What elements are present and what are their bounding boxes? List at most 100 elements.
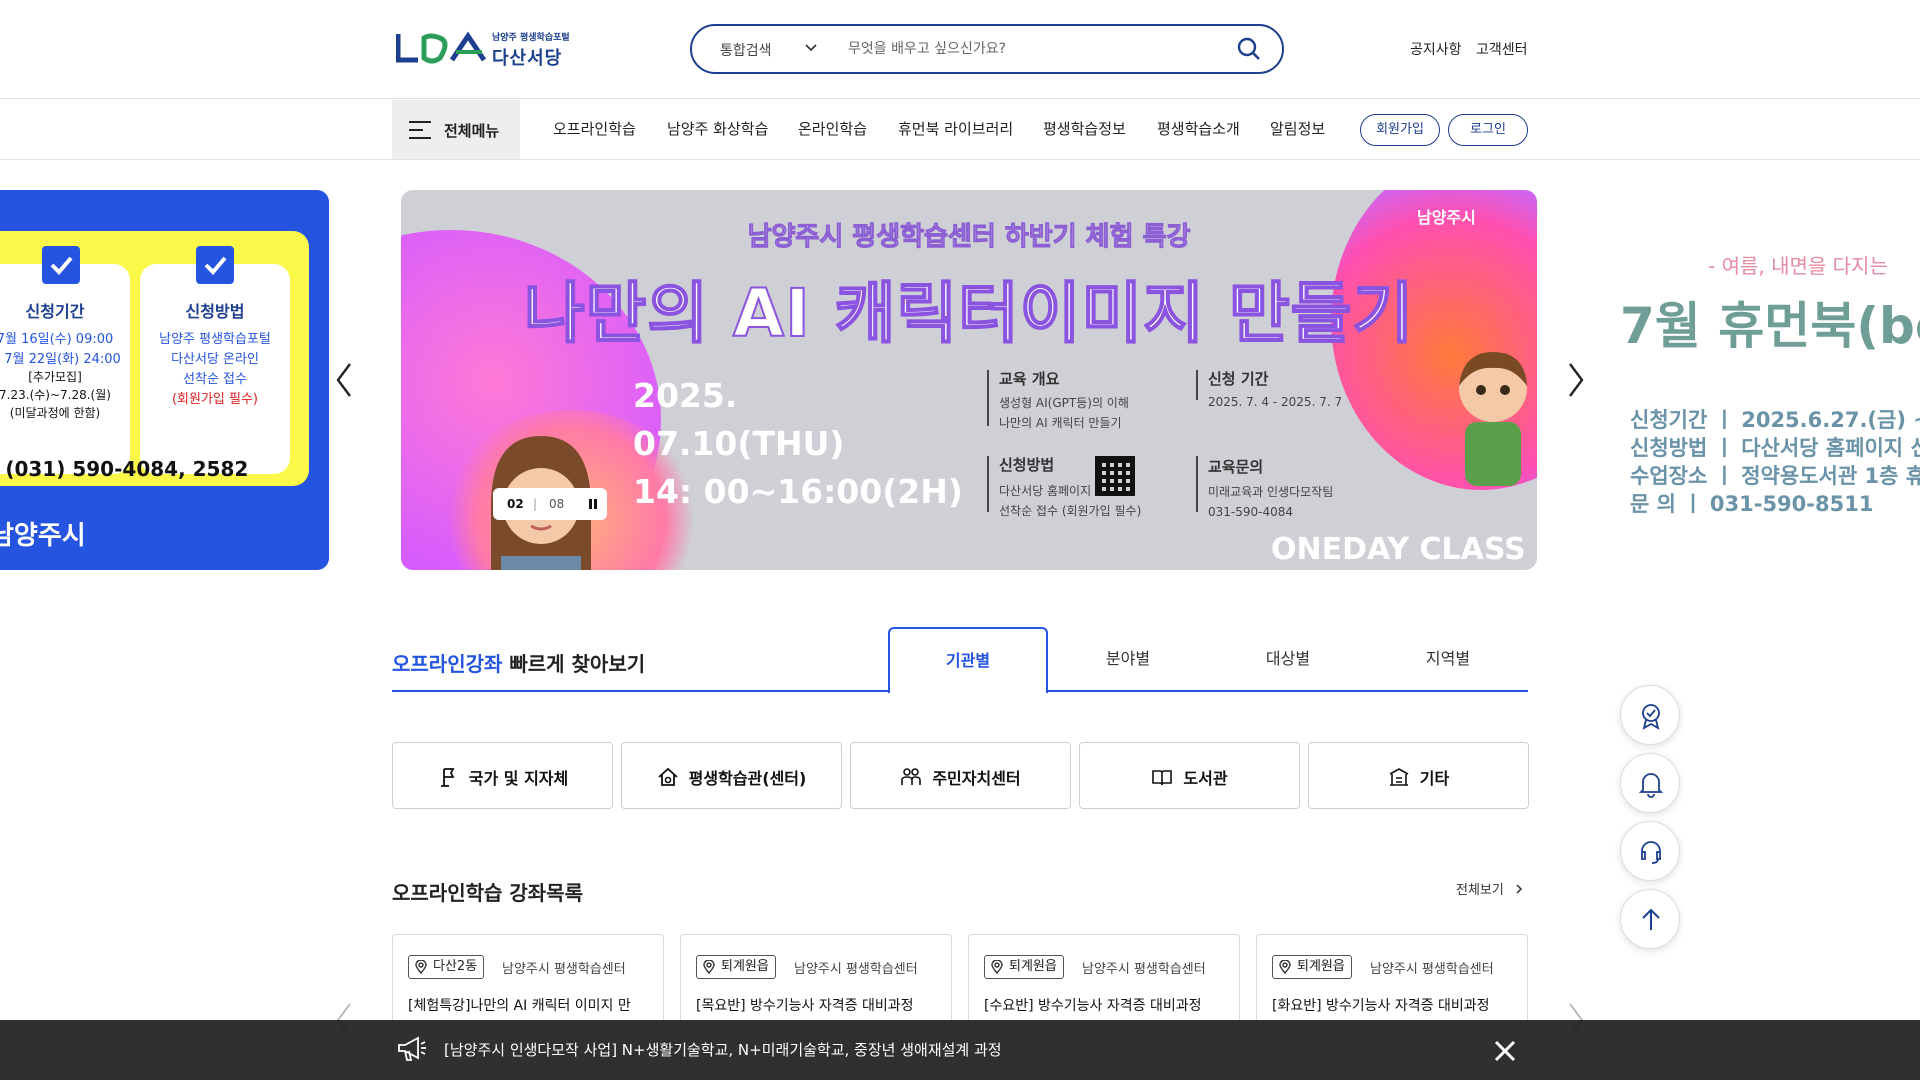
category-etc-button[interactable]: 기타 — [1308, 742, 1529, 809]
category-library-button[interactable]: 도서관 — [1079, 742, 1300, 809]
map-pin-icon — [703, 960, 715, 974]
login-button[interactable]: 로그인 — [1448, 114, 1528, 146]
location-badge: 퇴계원읍 — [984, 955, 1064, 979]
period-text: 2025. 7. 4 - 2025. 7. 7 — [1208, 395, 1343, 409]
apply-period-title: 신청기간 — [25, 302, 85, 321]
next-slide-line: 신청기간 ㅣ 2025.6.27.(금) ~ 7 — [1630, 408, 1920, 432]
category-inner: 평생학습관(센터) — [622, 765, 841, 789]
category-government-button[interactable]: 국가 및 지자체 — [392, 742, 613, 809]
slide-subtitle: 남양주시 평생학습센터 하반기 체험 특강 — [747, 222, 1191, 253]
counter-total: 08 — [549, 497, 565, 511]
chevron-down-icon[interactable] — [804, 40, 818, 54]
next-slide-line: 신청방법 ㅣ 다산서당 홈페이지 신 — [1630, 436, 1920, 460]
flag-icon — [440, 768, 455, 787]
view-all-link[interactable]: 전체보기 — [1456, 879, 1524, 898]
qr-code-icon — [1095, 456, 1135, 496]
notice-bar[interactable]: [남양주시 인생다모작 사업] N+생활기술학교, N+미래기술학교, 중장년 … — [0, 1020, 1920, 1080]
nav-offline-learning[interactable]: 오프라인학습 — [553, 118, 636, 139]
book-icon — [1152, 770, 1173, 786]
city-name: 남양주시 — [0, 521, 86, 551]
category-label: 평생학습관(센터) — [688, 769, 807, 788]
apply-period-line: (미달과정에 한함) — [9, 406, 101, 420]
apply-period-line: [추가모집] — [28, 370, 82, 384]
nav-lifelong-info[interactable]: 평생학습정보 — [1043, 118, 1126, 139]
tab-by-field[interactable]: 분야별 — [1048, 627, 1208, 691]
all-menu-label: 전체메뉴 — [444, 122, 500, 140]
quickfind-title-rest: 빠르게 찾아보기 — [502, 652, 646, 676]
nav-notices[interactable]: 알림정보 — [1270, 118, 1325, 139]
carousel-counter: 02 | 08 — [493, 488, 607, 520]
location-label: 다산2동 — [433, 959, 478, 974]
house-icon — [658, 767, 678, 786]
people-icon — [901, 768, 922, 785]
slide-date-time: 14: 00~16:00(2H) — [633, 472, 963, 511]
method-line: 다산서당 홈페이지 — [999, 484, 1092, 498]
category-inner: 기타 — [1309, 765, 1528, 789]
check-icon — [196, 246, 234, 284]
check-icon — [42, 246, 80, 284]
main-nav: 전체메뉴 오프라인학습 남양주 화상학습 온라인학습 휴먼북 라이브러리 평생학… — [0, 100, 1920, 160]
course-title: [수요반] 방수기능사 자격증 대비과정 — [984, 998, 1202, 1014]
carousel-prev-arrow-icon[interactable] — [334, 360, 354, 400]
search-icon[interactable] — [1236, 36, 1262, 62]
category-inner: 주민자치센터 — [851, 765, 1070, 789]
location-badge: 다산2동 — [408, 955, 485, 979]
nav-online-learning[interactable]: 온라인학습 — [798, 118, 867, 139]
close-icon[interactable] — [1494, 1040, 1516, 1062]
contact-line: 미래교육과 인생다모작팀 — [1208, 485, 1334, 499]
search-bar: 통합검색 — [690, 24, 1284, 74]
notification-button[interactable] — [1620, 753, 1680, 813]
carousel-slide-prev[interactable]: 신청기간 7월 16일(수) 09:00 ~ 7월 22일(화) 24:00 [… — [0, 190, 329, 570]
site-logo[interactable]: 남양주 평생학습포털 다산서당 — [396, 28, 576, 72]
course-org: 남양주시 평생학습센터 — [794, 962, 918, 977]
apply-method-line: 선착순 접수 — [183, 372, 247, 387]
nav-video-learning[interactable]: 남양주 화상학습 — [667, 118, 768, 139]
nav-lifelong-intro[interactable]: 평생학습소개 — [1157, 118, 1240, 139]
slide-date-day: 07.10(THU) — [633, 424, 845, 463]
slide-title: 나만의 AI 캐릭터이미지 만들기 — [523, 274, 1415, 353]
location-badge: 퇴계원읍 — [696, 955, 776, 979]
nav-humanbook-library[interactable]: 휴먼북 라이브러리 — [898, 118, 1013, 139]
carousel-slide-next[interactable]: - 여름, 내면을 다지는 7월 휴먼북(bo 신청기간 ㅣ 2025.6.27… — [1610, 190, 1920, 570]
category-learning-center-button[interactable]: 평생학습관(센터) — [621, 742, 842, 809]
arrow-up-icon — [1642, 908, 1660, 930]
apply-method-line: (회원가입 필수) — [171, 392, 259, 407]
course-title: [체험특강]나만의 AI 캐릭터 이미지 만 — [408, 998, 631, 1014]
apply-method-title: 신청방법 — [185, 302, 245, 321]
pause-icon[interactable] — [587, 496, 599, 512]
quickfind-title-highlight: 오프라인강좌 — [392, 652, 503, 676]
course-list-title: 오프라인학습 강좌목록 — [392, 881, 583, 905]
tab-by-region[interactable]: 지역별 — [1368, 627, 1528, 691]
tab-by-institution[interactable]: 기관별 — [888, 627, 1048, 693]
view-all-label: 전체보기 — [1456, 883, 1504, 898]
signup-button[interactable]: 회원가입 — [1360, 114, 1440, 146]
certificate-button[interactable] — [1620, 685, 1680, 745]
carousel-slide-current[interactable]: 남양주시 남양주시 평생학습센터 하반기 체험 특강 나만의 AI 캐릭터이미지… — [401, 190, 1537, 570]
notice-text[interactable]: [남양주시 인생다모작 사업] N+생활기술학교, N+미래기술학교, 중장년 … — [444, 1039, 1002, 1060]
search-input[interactable] — [848, 36, 1218, 62]
apply-method-line: 남양주 평생학습포털 — [159, 332, 271, 347]
support-button[interactable] — [1620, 821, 1680, 881]
scroll-top-button[interactable] — [1620, 889, 1680, 949]
logo-subtitle: 남양주 평생학습포털 — [492, 33, 570, 43]
divider — [987, 370, 989, 426]
hamburger-icon — [409, 121, 431, 139]
next-slide-line: 수업장소 ㅣ 정약용도서관 1층 휴 — [1630, 464, 1920, 488]
tab-by-target[interactable]: 대상별 — [1208, 627, 1368, 691]
category-community-center-button[interactable]: 주민자치센터 — [850, 742, 1071, 809]
headset-icon — [1641, 841, 1661, 864]
carousel-next-arrow-icon[interactable] — [1566, 360, 1586, 400]
apply-period-line: 7.23.(수)~7.28.(월) — [0, 388, 111, 402]
overview-line: 나만의 AI 캐릭터 만들기 — [999, 416, 1122, 430]
search-category-select[interactable]: 통합검색 — [720, 40, 772, 60]
map-pin-icon — [991, 960, 1003, 974]
customer-center-link[interactable]: 고객센터 — [1476, 39, 1528, 59]
megaphone-icon — [398, 1036, 426, 1061]
apply-period-line: 7월 16일(수) 09:00 — [0, 332, 114, 347]
divider — [1196, 370, 1198, 400]
category-inner: 국가 및 지자체 — [393, 765, 612, 789]
overview-title: 교육 개요 — [999, 370, 1060, 388]
course-org: 남양주시 평생학습센터 — [502, 962, 626, 977]
all-menu-button[interactable]: 전체메뉴 — [392, 100, 520, 159]
notice-link[interactable]: 공지사항 — [1410, 39, 1462, 59]
